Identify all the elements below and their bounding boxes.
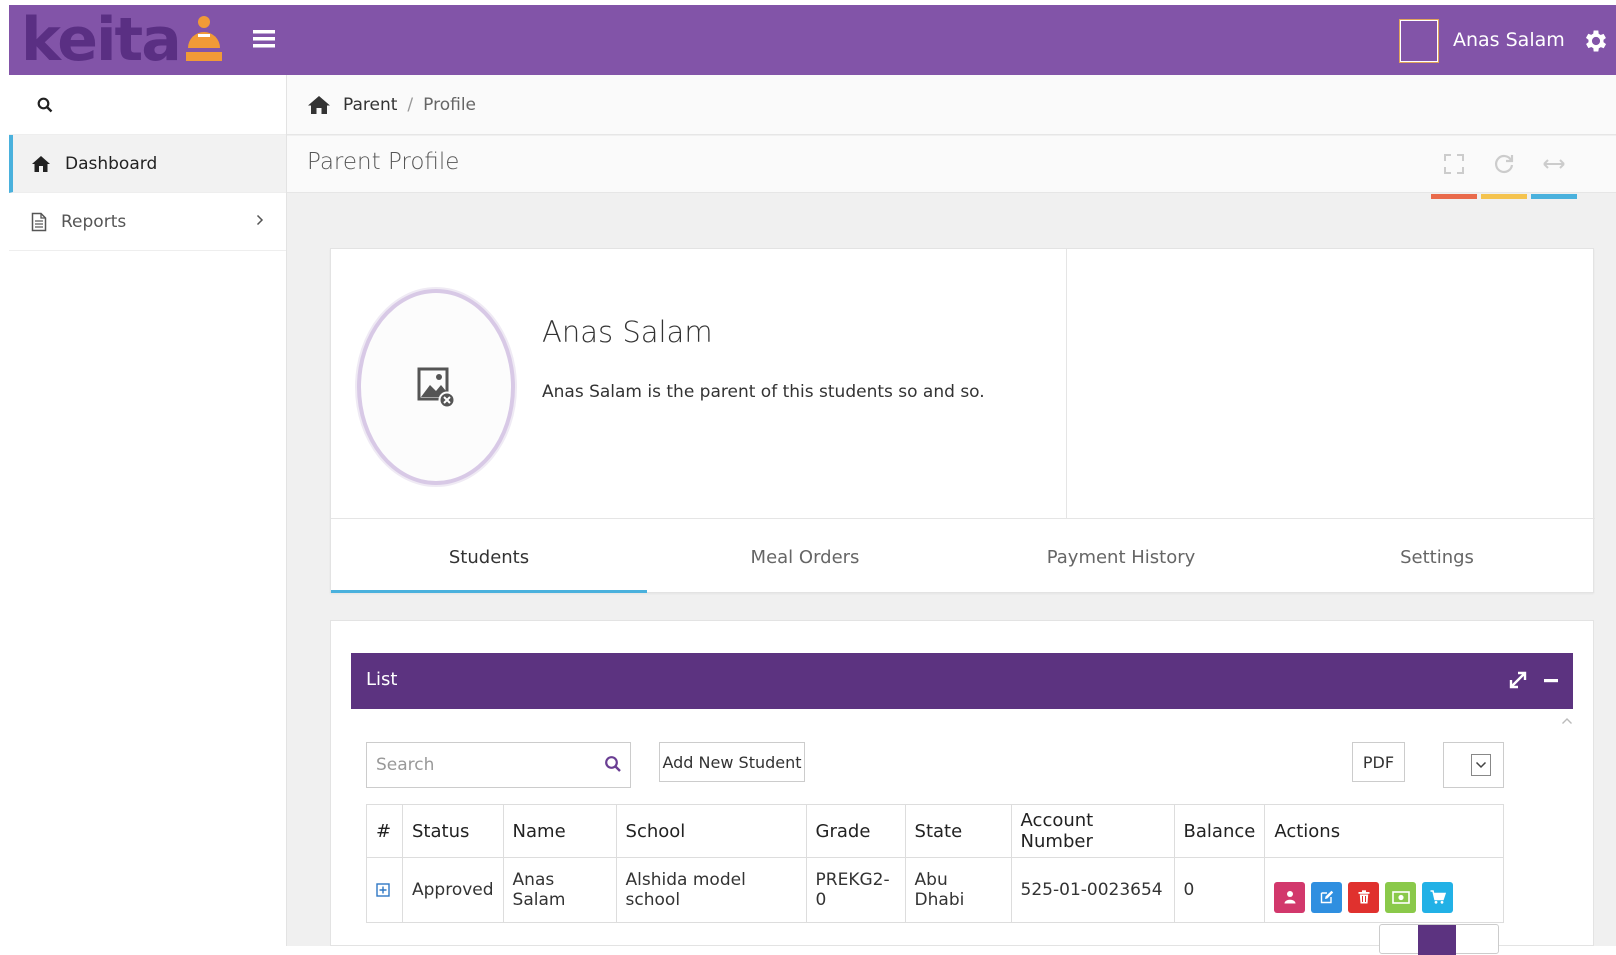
column-header: # (366, 804, 403, 858)
sidebar-search-button[interactable] (9, 75, 286, 135)
logo-text: keita (21, 5, 182, 75)
pagination-current-page[interactable] (1418, 925, 1456, 955)
chevron-down-icon (1470, 754, 1491, 776)
school-cell: Alshida model school (615, 857, 807, 923)
breadcrumb-parent-link[interactable]: Parent (343, 95, 397, 115)
meal-order-button[interactable] (1422, 881, 1454, 913)
payment-button[interactable] (1385, 881, 1417, 913)
logo[interactable]: keita (21, 7, 224, 73)
gear-icon[interactable] (1582, 27, 1610, 55)
profile-name: Anas Salam (542, 315, 713, 349)
column-header: State (904, 804, 1012, 858)
account-number-cell: 525-01-0023654 (1010, 857, 1175, 923)
page-title: Parent Profile (307, 149, 460, 175)
page-title-bar: Parent Profile (287, 136, 1616, 199)
main-content: Parent / Profile Parent Profile Anas Sal… (287, 75, 1616, 955)
profile-description: Anas Salam is the parent of this student… (542, 382, 985, 402)
expand-row-icon[interactable] (376, 883, 393, 897)
balance-cell: 0 (1173, 857, 1266, 923)
fullscreen-tool-button[interactable] (1431, 152, 1477, 199)
state-cell: Abu Dhabi (904, 857, 1012, 923)
fullscreen-tool-bar (1431, 194, 1477, 199)
expand-icon[interactable] (1509, 671, 1527, 689)
breadcrumb: Parent / Profile (287, 75, 1616, 135)
column-header: Name (502, 804, 617, 858)
logo-person-icon (184, 12, 224, 68)
profile-tabs: Students Meal Orders Payment History Set… (331, 519, 1595, 593)
column-header: Account Number (1010, 804, 1175, 858)
fullscreen-icon (1444, 154, 1464, 174)
columns-dropdown-button[interactable] (1443, 742, 1504, 788)
refresh-tool-button[interactable] (1481, 152, 1527, 199)
list-header: List (351, 653, 1573, 709)
money-icon (1392, 890, 1410, 904)
user-avatar[interactable] (1399, 19, 1439, 63)
profile-photo[interactable] (357, 289, 515, 485)
table-header-row: # Status Name School Grade State Account… (366, 804, 1504, 858)
top-bar: keita Anas Salam (9, 5, 1616, 75)
column-header: Status (402, 804, 504, 858)
students-table: # Status Name School Grade State Account… (366, 804, 1504, 923)
column-header: School (615, 804, 807, 858)
grade-cell: PREKG2-0 (805, 857, 906, 923)
resize-tool-bar (1531, 194, 1577, 199)
table-row: Approved Anas Salam Alshida model school… (366, 857, 1504, 923)
tab-payment-history[interactable]: Payment History (963, 519, 1279, 593)
refresh-tool-bar (1481, 194, 1527, 199)
column-header: Balance (1173, 804, 1266, 858)
add-new-student-button[interactable]: Add New Student (659, 742, 805, 782)
sidebar: Dashboard Reports (9, 75, 287, 946)
edit-button[interactable] (1311, 881, 1343, 913)
broken-image-icon (417, 367, 455, 409)
search-icon[interactable] (604, 755, 622, 773)
view-profile-button[interactable] (1274, 881, 1306, 913)
user-name[interactable]: Anas Salam (1453, 29, 1565, 51)
search-input[interactable] (367, 743, 592, 787)
profile-card: Anas Salam Anas Salam is the parent of t… (330, 248, 1595, 593)
scroll-up-icon[interactable] (1561, 717, 1573, 725)
breadcrumb-current: Profile (423, 94, 477, 115)
minimize-icon[interactable] (1543, 671, 1559, 689)
sidebar-item-label: Dashboard (65, 153, 158, 174)
sidebar-item-label: Reports (61, 211, 127, 232)
breadcrumb-separator: / (407, 94, 414, 115)
sidebar-item-reports[interactable]: Reports (9, 193, 286, 251)
profile-summary: Anas Salam Anas Salam is the parent of t… (331, 249, 1595, 519)
home-icon[interactable] (307, 95, 331, 115)
chevron-right-icon (256, 214, 264, 226)
edit-icon (1320, 890, 1334, 904)
actions-cell (1264, 857, 1504, 923)
user-icon (1284, 891, 1296, 904)
resize-tool-button[interactable] (1531, 152, 1577, 199)
horizontal-arrows-icon (1543, 159, 1565, 169)
row-expand-cell (366, 857, 403, 923)
home-icon (32, 155, 50, 172)
trash-icon (1358, 890, 1370, 904)
status-cell: Approved (402, 857, 504, 923)
search-icon (37, 97, 53, 112)
tab-settings[interactable]: Settings (1279, 519, 1595, 593)
menu-toggle-icon[interactable] (253, 29, 275, 49)
name-cell: Anas Salam (502, 857, 617, 923)
list-title: List (366, 669, 398, 690)
document-icon (31, 212, 47, 231)
students-list-card: List Add New Student PDF (330, 620, 1594, 955)
cart-icon (1430, 890, 1446, 904)
refresh-icon (1494, 154, 1514, 174)
delete-button[interactable] (1348, 881, 1380, 913)
tab-students[interactable]: Students (331, 519, 647, 593)
tab-meal-orders[interactable]: Meal Orders (647, 519, 963, 593)
list-search (366, 742, 631, 788)
column-header: Grade (805, 804, 906, 858)
column-header: Actions (1264, 804, 1504, 858)
profile-divider (1066, 249, 1067, 519)
pdf-export-button[interactable]: PDF (1352, 742, 1405, 782)
pagination[interactable] (1379, 924, 1499, 955)
sidebar-item-dashboard[interactable]: Dashboard (9, 135, 286, 193)
